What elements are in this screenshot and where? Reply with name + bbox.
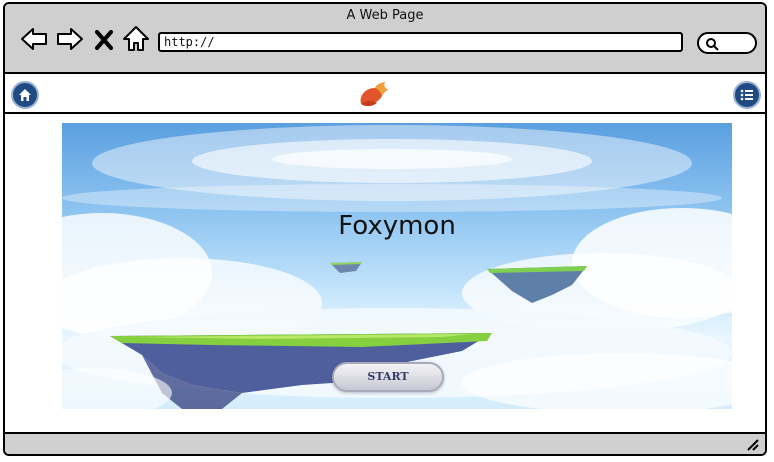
window-title: A Web Page — [346, 8, 424, 23]
fox-logo — [360, 82, 388, 107]
status-bar — [5, 432, 765, 454]
game-title: Foxymon — [338, 211, 456, 241]
browser-chrome: A Web Page http:// — [5, 4, 765, 74]
close-x-icon[interactable] — [93, 24, 115, 54]
home-button[interactable] — [11, 81, 39, 109]
search-icon — [706, 38, 719, 51]
hero-banner: Foxymon START — [62, 123, 732, 409]
search-field[interactable] — [697, 32, 757, 54]
menu-list-icon — [740, 89, 753, 101]
app-header — [5, 76, 765, 114]
url-field[interactable]: http:// — [158, 32, 683, 52]
forward-arrow-icon[interactable] — [55, 24, 85, 54]
back-arrow-icon[interactable] — [19, 24, 49, 54]
start-button[interactable]: START — [332, 362, 444, 392]
menu-button[interactable] — [733, 81, 761, 109]
home-icon — [19, 89, 31, 101]
home-icon[interactable] — [121, 24, 151, 54]
browser-window: A Web Page http:// Foxymon START — [3, 2, 767, 456]
resize-grip-icon[interactable] — [745, 437, 759, 451]
